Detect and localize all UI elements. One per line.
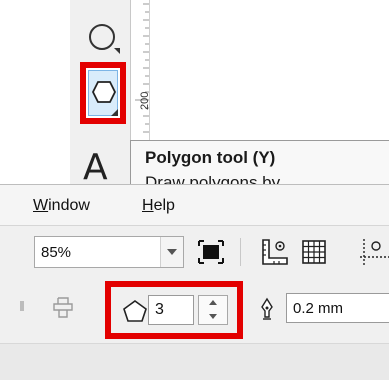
polygon-tool-button[interactable] [80, 62, 126, 124]
points-or-sides-spinner[interactable] [198, 295, 228, 325]
menu-bar: Window Help [0, 185, 389, 226]
spin-down-icon[interactable] [199, 310, 227, 324]
menu-help-mnemonic: H [142, 197, 154, 214]
toolbox: A [70, 0, 131, 186]
symmetric-polygon-icon[interactable] [50, 295, 76, 321]
points-or-sides-input[interactable]: 3 [148, 295, 194, 325]
standard-toolbar: 85% [0, 226, 389, 276]
spin-up-icon[interactable] [199, 296, 227, 310]
polygon-tool-icon [92, 81, 116, 103]
menu-window[interactable]: Window [33, 197, 90, 215]
tooltip-description: Draw polygons by [145, 173, 281, 184]
text-tool-icon[interactable]: A [83, 150, 108, 186]
menu-help[interactable]: Help [142, 197, 175, 215]
ruler-label: 200 [139, 91, 151, 110]
zoom-level-value: 85% [41, 244, 72, 261]
outline-width-input[interactable]: 0.2 mm [286, 293, 389, 323]
outline-width-value: 0.2 mm [293, 300, 344, 317]
chevron-down-icon[interactable] [160, 237, 183, 267]
sides-highlight: 3 [105, 281, 243, 339]
property-bar: 3 0.2 mm [0, 277, 389, 343]
bottom-strip [0, 343, 389, 380]
menu-window-label: indow [48, 197, 90, 214]
pen-nib-icon [261, 297, 273, 320]
fit-page-icon[interactable] [198, 240, 224, 264]
tool-tooltip: Polygon tool (Y) Draw polygons by [130, 140, 389, 184]
grid-icon[interactable] [300, 238, 328, 266]
zoom-level-select[interactable]: 85% [34, 236, 184, 268]
flyout-corner-icon [111, 109, 118, 116]
points-or-sides-value: 3 [155, 301, 164, 318]
guidelines-icon[interactable] [360, 237, 389, 267]
tooltip-title: Polygon tool (Y) [145, 148, 276, 167]
toolbar-grip-handle[interactable] [20, 301, 24, 311]
app-window: Window Help 85% 3 0.2 mm [0, 184, 389, 380]
menu-help-label: elp [153, 197, 175, 214]
menu-window-mnemonic: W [33, 197, 49, 214]
rulers-icon[interactable] [260, 237, 290, 267]
ellipse-tool-icon[interactable] [84, 20, 124, 56]
polygon-icon [123, 300, 147, 322]
toolbar-separator [240, 238, 241, 266]
